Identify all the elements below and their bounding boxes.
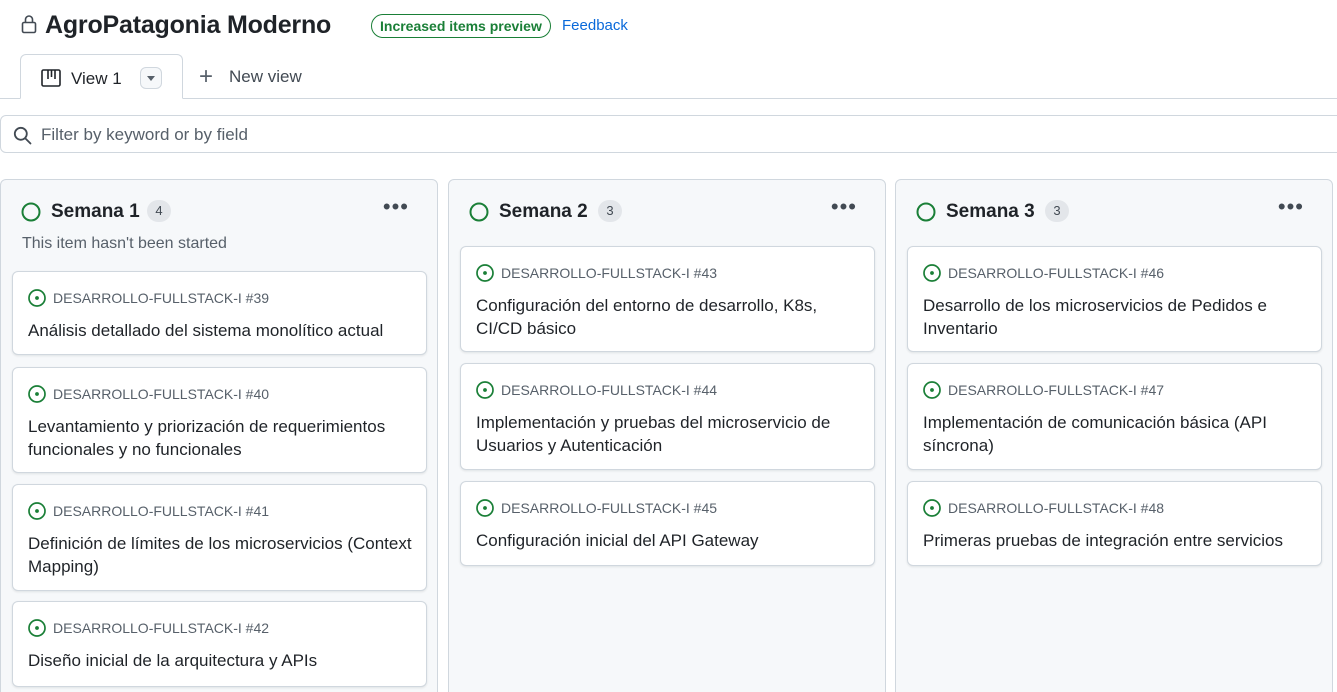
open-issue-icon — [28, 385, 46, 403]
column-title: Semana 2 — [499, 201, 588, 222]
column-title: Semana 3 — [946, 201, 1035, 222]
open-issue-icon — [923, 499, 941, 517]
filter-bar — [0, 115, 1337, 153]
column-description: This item hasn't been started — [22, 235, 227, 252]
status-circle-icon — [469, 202, 489, 222]
open-issue-icon — [923, 264, 941, 282]
issue-card[interactable]: DESARROLLO-FULLSTACK-I #42 Diseño inicia… — [12, 601, 427, 687]
column-menu-button[interactable]: ••• — [1278, 196, 1304, 218]
card-title[interactable]: Definición de límites de los microservic… — [28, 532, 418, 578]
preview-badge[interactable]: Increased items preview — [371, 14, 551, 38]
issue-card[interactable]: DESARROLLO-FULLSTACK-I #46 Desarrollo de… — [907, 246, 1322, 352]
project-title: AgroPatagonia Moderno — [45, 11, 332, 39]
filter-input[interactable] — [41, 124, 941, 146]
card-title[interactable]: Implementación y pruebas del microservic… — [476, 411, 866, 457]
board-column-semana-1: Semana 1 4 ••• This item hasn't been sta… — [0, 179, 438, 692]
card-title[interactable]: Desarrollo de los microservicios de Pedi… — [923, 294, 1313, 340]
issue-card[interactable]: DESARROLLO-FULLSTACK-I #41 Definición de… — [12, 484, 427, 591]
card-repo-label: DESARROLLO-FULLSTACK-I #45 — [501, 500, 718, 516]
card-repo-label: DESARROLLO-FULLSTACK-I #40 — [53, 386, 270, 402]
card-title[interactable]: Diseño inicial de la arquitectura y APIs — [28, 649, 418, 672]
open-issue-icon — [28, 619, 46, 637]
card-title[interactable]: Análisis detallado del sistema monolític… — [28, 319, 418, 342]
card-repo-label: DESARROLLO-FULLSTACK-I #43 — [501, 265, 718, 281]
open-issue-icon — [476, 499, 494, 517]
card-title[interactable]: Configuración inicial del API Gateway — [476, 529, 866, 552]
board-column-semana-3: Semana 3 3 ••• DESARROLLO-FULLSTACK-I #4… — [895, 179, 1333, 692]
column-count: 3 — [1045, 200, 1069, 222]
open-issue-icon — [28, 289, 46, 307]
card-repo-label: DESARROLLO-FULLSTACK-I #41 — [53, 503, 270, 519]
column-menu-button[interactable]: ••• — [831, 196, 857, 218]
feedback-link[interactable]: Feedback — [562, 17, 628, 34]
column-title: Semana 1 — [51, 201, 140, 222]
tab-view-1[interactable]: View 1 — [20, 54, 183, 99]
issue-card[interactable]: DESARROLLO-FULLSTACK-I #45 Configuración… — [460, 481, 875, 566]
new-view-label: New view — [229, 67, 302, 86]
card-repo-label: DESARROLLO-FULLSTACK-I #39 — [53, 290, 270, 306]
card-repo-label: DESARROLLO-FULLSTACK-I #44 — [501, 382, 718, 398]
status-circle-icon — [916, 202, 936, 222]
tab-options-dropdown[interactable] — [140, 67, 162, 89]
issue-card[interactable]: DESARROLLO-FULLSTACK-I #48 Primeras prue… — [907, 481, 1322, 566]
tab-label: View 1 — [71, 69, 122, 88]
column-menu-button[interactable]: ••• — [383, 196, 409, 218]
open-issue-icon — [28, 502, 46, 520]
card-title[interactable]: Levantamiento y priorización de requerim… — [28, 415, 418, 461]
card-title[interactable]: Implementación de comunicación básica (A… — [923, 411, 1313, 457]
board-column-semana-2: Semana 2 3 ••• DESARROLLO-FULLSTACK-I #4… — [448, 179, 886, 692]
status-circle-icon — [21, 202, 41, 222]
issue-card[interactable]: DESARROLLO-FULLSTACK-I #44 Implementació… — [460, 363, 875, 470]
issue-card[interactable]: DESARROLLO-FULLSTACK-I #43 Configuración… — [460, 246, 875, 352]
open-issue-icon — [923, 381, 941, 399]
card-repo-label: DESARROLLO-FULLSTACK-I #46 — [948, 265, 1165, 281]
new-view-button[interactable]: + New view — [199, 64, 302, 90]
search-icon — [13, 126, 32, 145]
issue-card[interactable]: DESARROLLO-FULLSTACK-I #40 Levantamiento… — [12, 367, 427, 473]
issue-card[interactable]: DESARROLLO-FULLSTACK-I #47 Implementació… — [907, 363, 1322, 470]
card-repo-label: DESARROLLO-FULLSTACK-I #48 — [948, 500, 1165, 516]
card-repo-label: DESARROLLO-FULLSTACK-I #47 — [948, 382, 1165, 398]
card-repo-label: DESARROLLO-FULLSTACK-I #42 — [53, 620, 270, 636]
issue-card[interactable]: DESARROLLO-FULLSTACK-I #39 Análisis deta… — [12, 271, 427, 355]
card-title[interactable]: Primeras pruebas de integración entre se… — [923, 529, 1313, 552]
plus-icon: + — [199, 63, 214, 90]
project-header: AgroPatagonia Moderno Increased items pr… — [0, 0, 1337, 54]
open-issue-icon — [476, 381, 494, 399]
column-count: 4 — [147, 200, 171, 222]
column-count: 3 — [598, 200, 622, 222]
card-title[interactable]: Configuración del entorno de desarrollo,… — [476, 294, 866, 340]
board-icon — [41, 69, 61, 87]
lock-icon — [21, 15, 37, 34]
view-tabs: View 1 + New view — [0, 54, 1337, 99]
open-issue-icon — [476, 264, 494, 282]
